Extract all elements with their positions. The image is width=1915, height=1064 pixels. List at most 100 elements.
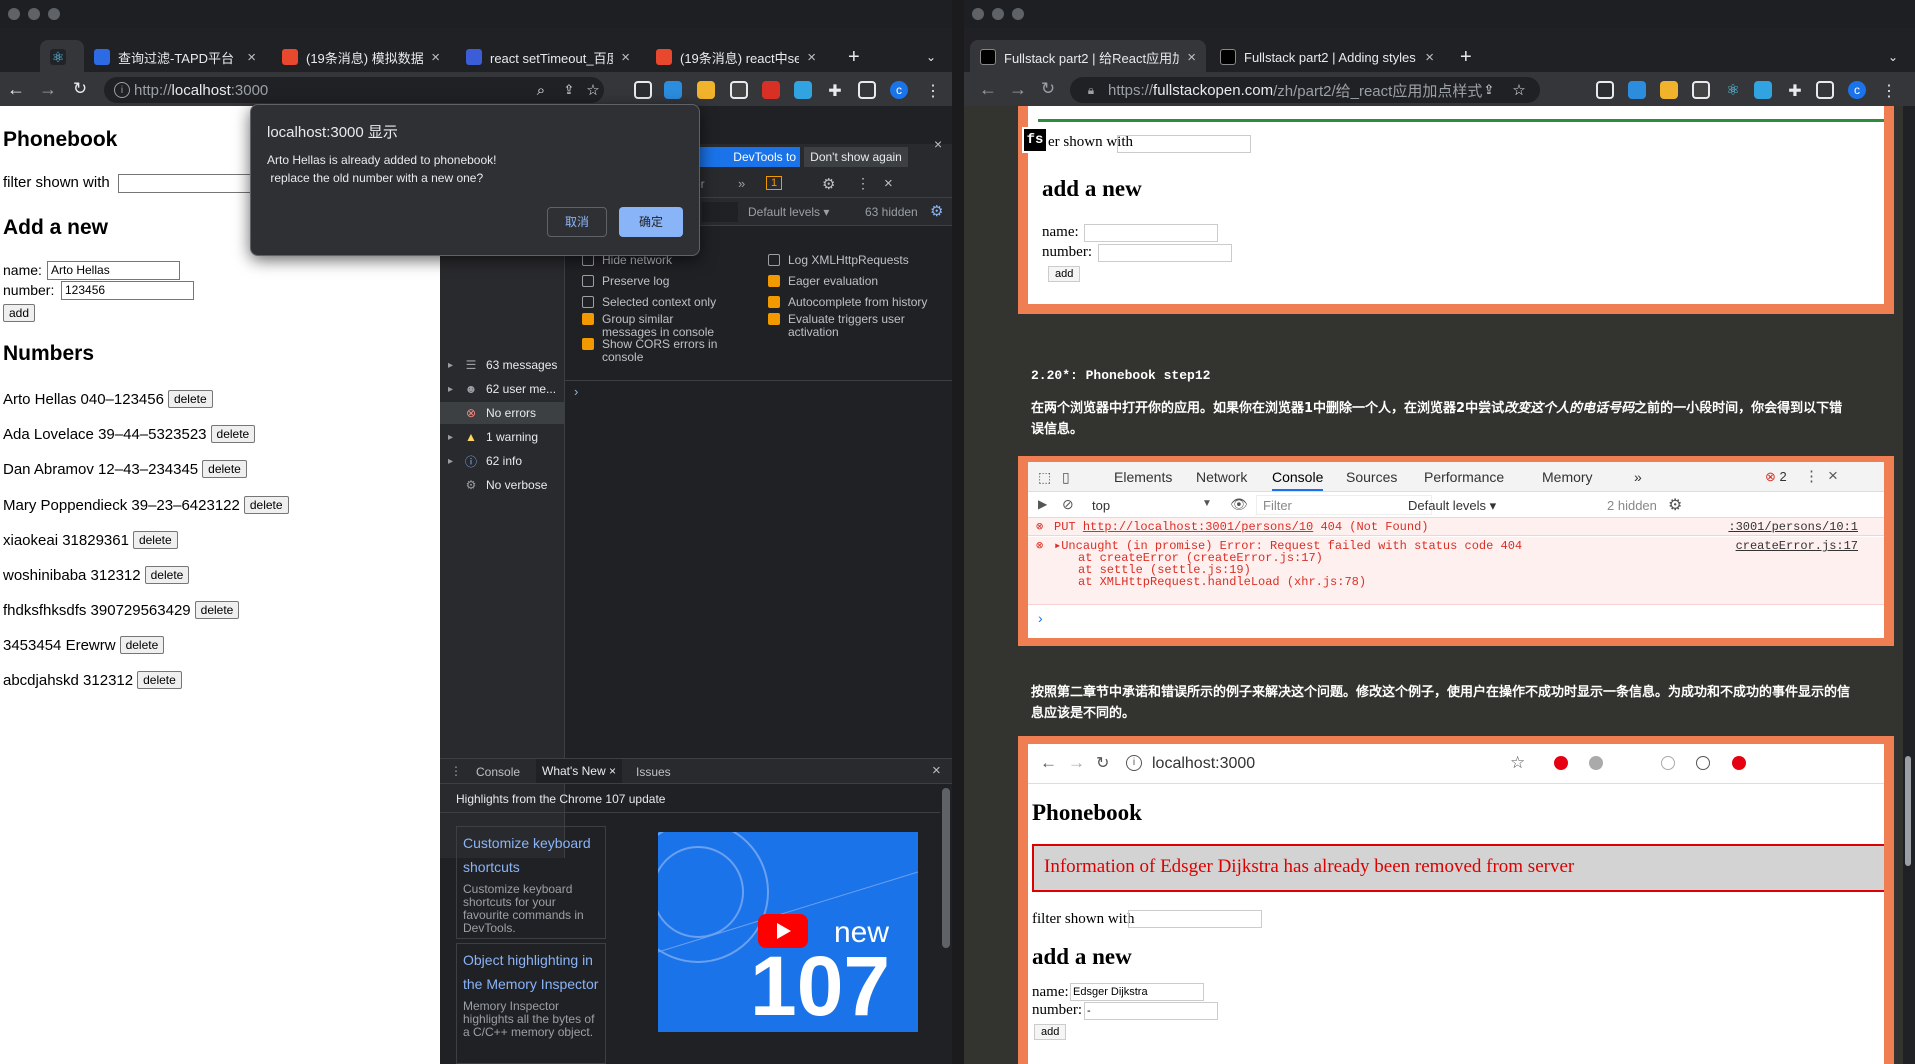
error-count[interactable]: ⊗ 2 <box>1765 469 1787 485</box>
close-tab-icon[interactable]: × <box>807 49 816 66</box>
zoom-window-button[interactable] <box>48 8 60 20</box>
console-option[interactable]: Show CORS errors in console <box>582 338 728 364</box>
devtools-menu-icon[interactable]: ⋮ <box>856 175 870 192</box>
drawer-scrollbar[interactable] <box>942 788 950 948</box>
close-tab-icon[interactable]: × <box>1425 49 1434 66</box>
devtools-tab[interactable]: Performance <box>1424 469 1504 485</box>
context-select[interactable]: top <box>1092 498 1110 513</box>
sidebar-item[interactable]: ▸ ⓘ 62 info <box>440 450 565 472</box>
close-tab-icon[interactable]: × <box>1187 49 1196 66</box>
checkbox[interactable] <box>582 338 594 350</box>
settings-gear-icon[interactable]: ⚙ <box>822 175 835 193</box>
switch-language-button[interactable]: DevTools to Chinese <box>690 147 800 184</box>
console-option[interactable]: Group similar messages in console <box>582 313 728 339</box>
number-input[interactable]: - <box>1084 1002 1218 1020</box>
inspect-icon[interactable]: ⬚ <box>1038 469 1051 486</box>
zoom-search-icon[interactable]: ⌕ <box>532 81 550 99</box>
extension-oo-icon[interactable] <box>730 81 748 99</box>
name-input[interactable] <box>1084 224 1218 242</box>
extension-gray-icon[interactable] <box>1589 756 1603 770</box>
extension-translate-icon[interactable] <box>697 81 715 99</box>
card-title[interactable]: Object highlighting in the Memory Inspec… <box>457 944 605 1000</box>
lock-icon[interactable]: 🔒︎ <box>1084 82 1098 98</box>
delete-button[interactable]: delete <box>243 496 289 514</box>
forward-arrow-icon[interactable]: → <box>1068 753 1085 773</box>
new-tab-button[interactable]: + <box>838 40 868 74</box>
adblock-icon[interactable] <box>1732 756 1746 770</box>
drawer-tab-issues[interactable]: Issues <box>636 765 671 779</box>
reload-icon[interactable]: ↻ <box>70 79 90 99</box>
default-levels-dropdown[interactable]: Default levels ▾ <box>748 205 829 219</box>
extension-opera-icon[interactable] <box>1554 756 1568 770</box>
devtools-tab[interactable]: Console <box>1272 469 1324 491</box>
delete-button[interactable]: delete <box>137 671 182 689</box>
extension-blue-icon[interactable] <box>1754 81 1772 99</box>
extension-s-icon[interactable] <box>1628 81 1646 99</box>
source-link[interactable]: createError.js:17 <box>1736 540 1858 552</box>
delete-button[interactable]: delete <box>202 460 247 478</box>
expand-arrow-icon[interactable]: ▸ <box>448 432 460 443</box>
new-tab-button[interactable]: + <box>1450 40 1480 74</box>
minimize-window-button[interactable] <box>28 8 40 20</box>
extension-circle-icon[interactable] <box>1661 756 1675 770</box>
whats-new-card[interactable]: Customize keyboard shortcuts Customize k… <box>456 826 606 939</box>
extension-red-icon[interactable] <box>762 81 780 99</box>
close-tab-icon[interactable]: × <box>431 49 440 66</box>
tab-fullstack-zh[interactable]: Fullstack part2 | 给React应用加 × <box>970 40 1206 74</box>
console-option[interactable]: Evaluate triggers user activation <box>768 313 948 339</box>
clear-console-icon[interactable]: ⊘ <box>1062 496 1074 513</box>
tab-csdn-mock[interactable]: (19条消息) 模拟数据 js × <box>272 40 450 74</box>
filter-input[interactable]: Filter <box>1256 495 1432 515</box>
devtools-menu-icon[interactable]: ⋮ <box>1804 467 1819 485</box>
tab-react-app[interactable]: ⚛ <box>40 40 84 74</box>
close-devtools-icon[interactable]: × <box>884 175 893 192</box>
expand-arrow-icon[interactable]: ▸ <box>448 384 460 395</box>
default-levels-dropdown[interactable]: Default levels ▾ <box>1408 498 1496 514</box>
fs-logo[interactable]: fs <box>1022 127 1048 153</box>
tab-tapd[interactable]: 查询过滤-TAPD平台 × <box>84 40 266 74</box>
checkbox[interactable] <box>768 275 780 287</box>
number-input[interactable]: 123456 <box>61 281 194 300</box>
close-tab-icon[interactable]: × <box>247 49 256 66</box>
sidebar-item[interactable]: ▸ ☰ 63 messages <box>440 354 565 376</box>
filter-input[interactable] <box>118 174 258 193</box>
extensions-puzzle-icon[interactable]: ✚ <box>1786 81 1804 100</box>
extension-a-icon[interactable] <box>1696 756 1710 770</box>
checkbox[interactable] <box>768 254 780 266</box>
ok-button[interactable]: 确定 <box>619 207 683 237</box>
menu-kebab-icon[interactable]: ⋮ <box>1880 81 1898 100</box>
extension-glasses-icon[interactable] <box>634 81 652 99</box>
back-arrow-icon[interactable]: ← <box>6 79 26 99</box>
extension-oo-icon[interactable] <box>1692 81 1710 99</box>
side-panel-icon[interactable] <box>858 81 876 99</box>
card-title[interactable]: Customize keyboard shortcuts <box>457 827 605 883</box>
sidebar-item[interactable]: ▸ ☻ 62 user me... <box>440 378 565 400</box>
devtools-tab[interactable]: Elements <box>1114 469 1172 485</box>
whats-new-card[interactable]: Object highlighting in the Memory Inspec… <box>456 943 606 1064</box>
drawer-tab-console[interactable]: Console <box>476 765 520 779</box>
address-bar[interactable]: 🔒︎ https:// fullstackopen.com /zh/part2/… <box>1070 77 1540 103</box>
whats-new-video-thumbnail[interactable]: new 107 <box>658 832 918 1032</box>
share-icon[interactable]: ⇪ <box>1480 81 1498 99</box>
add-button[interactable]: add <box>1048 266 1081 282</box>
console-option[interactable]: Eager evaluation <box>768 275 948 288</box>
info-icon[interactable]: i <box>114 82 130 98</box>
console-settings-gear-icon[interactable]: ⚙ <box>930 202 943 220</box>
devtools-tab[interactable]: » <box>1634 469 1642 485</box>
console-option[interactable]: Autocomplete from history <box>768 296 948 309</box>
console-prompt[interactable]: › <box>574 384 578 399</box>
checkbox[interactable] <box>582 296 594 308</box>
console-settings-gear-icon[interactable]: ⚙ <box>1668 495 1682 515</box>
devtools-tab[interactable]: Memory <box>1542 469 1593 485</box>
mock-url[interactable]: localhost:3000 <box>1152 755 1255 773</box>
number-input[interactable] <box>1098 244 1232 262</box>
profile-avatar[interactable]: c <box>1848 81 1866 99</box>
device-toggle-icon[interactable]: ▯ <box>1062 469 1070 486</box>
add-button[interactable]: add <box>1034 1024 1067 1040</box>
forward-arrow-icon[interactable]: → <box>38 79 58 99</box>
eye-icon[interactable]: 👁︎ <box>1230 496 1248 513</box>
filter-input[interactable] <box>1117 135 1251 153</box>
more-tabs-icon[interactable]: » <box>738 176 745 191</box>
checkbox[interactable] <box>768 296 780 308</box>
bookmark-star-icon[interactable]: ☆ <box>1510 753 1525 773</box>
